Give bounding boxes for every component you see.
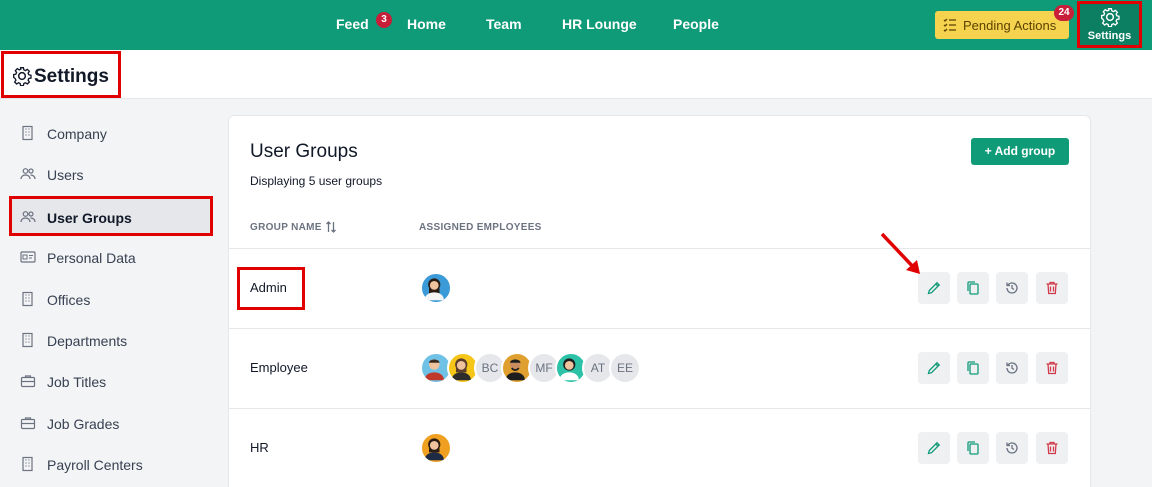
building-icon (22, 125, 33, 141)
briefcase-icon (20, 417, 36, 430)
trash-icon (1046, 361, 1058, 375)
gear-icon (1101, 8, 1120, 27)
briefcase-icon (20, 375, 36, 388)
history-button[interactable] (996, 272, 1028, 304)
copy-icon (967, 281, 979, 295)
sidebar-item-company[interactable]: Company (12, 115, 210, 151)
building-icon (22, 332, 33, 348)
card-subtitle: Displaying 5 user groups (250, 174, 383, 188)
sidebar-item-label: Job Titles (47, 374, 107, 390)
duplicate-button[interactable] (957, 352, 989, 384)
user-groups-card: User Groups Displaying 5 user groups + A… (228, 115, 1091, 487)
delete-button[interactable] (1036, 352, 1068, 384)
sidebar-item-job-grades[interactable]: Job Grades (12, 405, 210, 441)
avatar-man-icon (424, 359, 444, 381)
gear-icon (13, 67, 32, 86)
history-button[interactable] (996, 432, 1028, 464)
avatar-woman-icon (424, 438, 444, 461)
pencil-icon (927, 441, 941, 455)
history-icon (1006, 442, 1018, 454)
group-name[interactable]: HR (250, 440, 269, 455)
building-icon (22, 456, 33, 472)
sidebar-item-job-titles[interactable]: Job Titles (12, 363, 210, 399)
nav-item-home[interactable]: Home (407, 16, 446, 32)
sidebar-item-offices[interactable]: Offices (12, 281, 210, 317)
sidebar-item-label: Users (47, 167, 84, 183)
users-icon (20, 211, 36, 223)
history-icon (1006, 362, 1018, 374)
add-group-button[interactable]: + Add group (971, 138, 1069, 165)
users-icon (20, 168, 36, 180)
sidebar-item-label: Payroll Centers (47, 457, 143, 473)
copy-icon (967, 441, 979, 455)
avatar[interactable] (420, 432, 452, 464)
annotation-arrow-icon (880, 232, 920, 274)
group-name[interactable]: Admin (250, 280, 287, 295)
group-name-highlight: Admin (237, 267, 305, 310)
table-row[interactable]: HR (229, 408, 1090, 487)
sidebar-item-label: Departments (47, 333, 128, 349)
sidebar-item-departments[interactable]: Departments (12, 322, 210, 358)
nav-item-team[interactable]: Team (486, 16, 522, 32)
avatar-woman-icon (424, 278, 444, 301)
top-nav-bar: Feed 3 Home Team HR Lounge People Pendin… (0, 0, 1152, 50)
page-title: Settings (1, 51, 121, 98)
avatar-woman-icon (559, 358, 579, 381)
page-header: Settings (0, 50, 1152, 99)
trash-icon (1046, 441, 1058, 455)
building-icon (22, 291, 33, 307)
pencil-icon (927, 361, 941, 375)
sidebar-item-users[interactable]: Users (12, 156, 210, 192)
sidebar-item-payroll-centers[interactable]: Payroll Centers (12, 446, 210, 482)
sidebar-item-label: User Groups (47, 210, 132, 226)
duplicate-button[interactable] (957, 432, 989, 464)
pending-actions-badge: 24 (1054, 5, 1074, 21)
nav-item-feed[interactable]: Feed (336, 16, 369, 32)
history-button[interactable] (996, 352, 1028, 384)
avatar-man-icon (505, 359, 525, 381)
sidebar-item-label: Personal Data (47, 250, 136, 266)
edit-button[interactable] (918, 432, 950, 464)
settings-nav-label: Settings (1087, 30, 1132, 42)
sidebar-item-personal-data[interactable]: Personal Data (12, 239, 210, 275)
copy-icon (967, 361, 979, 375)
edit-button[interactable] (918, 352, 950, 384)
trash-icon (1046, 281, 1058, 295)
table-row[interactable]: Admin (229, 248, 1090, 328)
page-title-text: Settings (34, 66, 109, 87)
feed-badge: 3 (376, 12, 392, 28)
duplicate-button[interactable] (957, 272, 989, 304)
nav-item-hr-lounge[interactable]: HR Lounge (562, 16, 637, 32)
pending-actions-button[interactable]: Pending Actions (935, 11, 1069, 39)
pencil-icon (927, 281, 941, 295)
avatar-initials[interactable]: EE (609, 352, 641, 384)
sidebar-item-label: Offices (47, 292, 91, 308)
column-header-group-name[interactable]: GROUP NAME (250, 222, 322, 233)
sidebar-item-user-groups[interactable]: User Groups (9, 196, 213, 236)
group-name[interactable]: Employee (250, 360, 308, 375)
avatar[interactable] (420, 272, 452, 304)
delete-button[interactable] (1036, 272, 1068, 304)
checklist-icon (943, 18, 956, 32)
table-row[interactable]: Employee BC MF AT EE (229, 328, 1090, 408)
column-header-assigned-employees: ASSIGNED EMPLOYEES (419, 222, 542, 233)
sidebar-item-label: Company (47, 126, 107, 142)
history-icon (1006, 282, 1018, 294)
card-title: User Groups (250, 141, 358, 162)
settings-nav-button[interactable]: Settings (1077, 1, 1142, 48)
sidebar-item-label: Job Grades (47, 416, 120, 432)
id-card-icon (20, 251, 36, 263)
sort-icon[interactable] (325, 221, 337, 233)
nav-item-people[interactable]: People (673, 16, 719, 32)
avatar-woman-icon (451, 358, 471, 381)
pending-actions-label: Pending Actions (963, 18, 1057, 33)
delete-button[interactable] (1036, 432, 1068, 464)
